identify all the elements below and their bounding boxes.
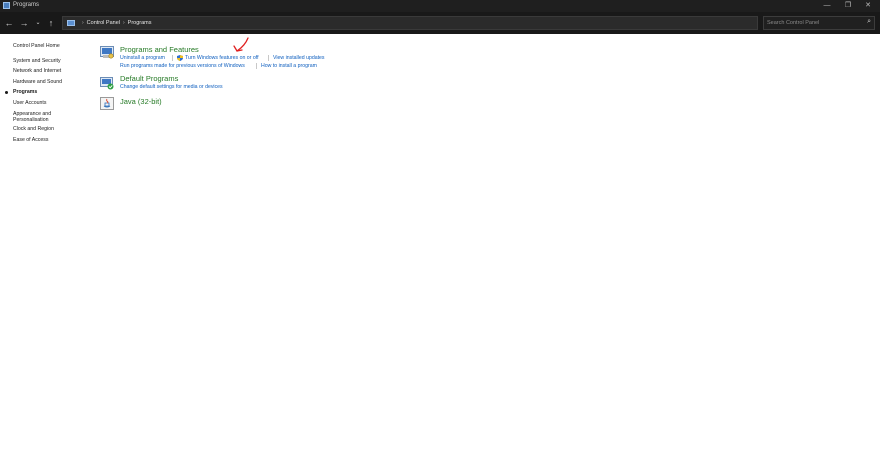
breadcrumb-separator-icon: ›: [123, 20, 125, 26]
minimize-button[interactable]: —: [818, 1, 836, 11]
turn-windows-features-link[interactable]: Turn Windows features on or off: [185, 55, 259, 61]
link-separator: [256, 63, 257, 69]
control-panel-location-icon: [67, 20, 75, 26]
navigation-bar: ← → ⌄ ↑ ›Control Panel›Programs ⌄ ↻ ⌕: [0, 12, 880, 34]
red-annotation-arrow-icon: [233, 37, 249, 52]
active-item-bullet-icon: [5, 91, 8, 94]
breadcrumb-programs[interactable]: Programs: [128, 20, 152, 26]
sidebar-item-control-panel-home[interactable]: Control Panel Home: [13, 43, 60, 49]
window-title: Programs: [13, 2, 40, 8]
up-arrow-icon[interactable]: ↑: [45, 17, 57, 29]
java-icon[interactable]: [100, 97, 114, 110]
programs-and-features-link[interactable]: Programs and Features: [120, 45, 199, 54]
recent-locations-chevron-icon[interactable]: ⌄: [32, 17, 44, 29]
back-arrow-icon[interactable]: ←: [3, 17, 15, 29]
uninstall-program-link[interactable]: Uninstall a program: [120, 55, 165, 61]
java-link[interactable]: Java (32-bit): [120, 97, 162, 106]
link-separator: [172, 55, 173, 61]
how-to-install-program-link[interactable]: How to install a program: [261, 63, 317, 69]
sidebar-item-system-and-security[interactable]: System and Security: [13, 58, 61, 64]
sidebar-item-hardware-and-sound[interactable]: Hardware and Sound: [13, 79, 62, 85]
title-bar: Programs — ❐ ✕: [0, 0, 880, 12]
view-installed-updates-link[interactable]: View installed updates: [273, 55, 325, 61]
control-panel-app-icon: [3, 2, 10, 9]
run-older-programs-link[interactable]: Run programs made for previous versions …: [120, 63, 245, 69]
default-programs-link[interactable]: Default Programs: [120, 74, 178, 83]
uac-shield-icon: [177, 55, 183, 61]
link-separator: [268, 55, 269, 61]
search-input[interactable]: [767, 18, 859, 28]
change-default-settings-link[interactable]: Change default settings for media or dev…: [120, 84, 223, 90]
breadcrumb-control-panel[interactable]: Control Panel: [87, 20, 120, 26]
maximize-button[interactable]: ❐: [839, 1, 857, 11]
search-box[interactable]: ⌕: [763, 16, 875, 30]
address-bar[interactable]: ›Control Panel›Programs ⌄ ↻: [62, 16, 812, 30]
programs-features-icon[interactable]: [100, 46, 114, 59]
breadcrumb: › Control Panel › Programs: [79, 20, 152, 26]
forward-arrow-icon[interactable]: →: [18, 17, 30, 29]
close-button[interactable]: ✕: [859, 1, 877, 11]
sidebar-item-user-accounts[interactable]: User Accounts: [13, 100, 46, 106]
sidebar-item-clock-and-region[interactable]: Clock and Region: [13, 126, 54, 132]
default-programs-icon[interactable]: [100, 77, 114, 90]
breadcrumb-separator-icon: ›: [82, 20, 84, 26]
sidebar-item-ease-of-access[interactable]: Ease of Access: [13, 137, 48, 143]
search-icon[interactable]: ⌕: [867, 18, 871, 26]
sidebar-item-personalisation[interactable]: Personalisation: [13, 117, 48, 123]
sidebar-item-programs[interactable]: Programs: [13, 89, 37, 95]
sidebar-item-network-and-internet[interactable]: Network and Internet: [13, 68, 61, 74]
